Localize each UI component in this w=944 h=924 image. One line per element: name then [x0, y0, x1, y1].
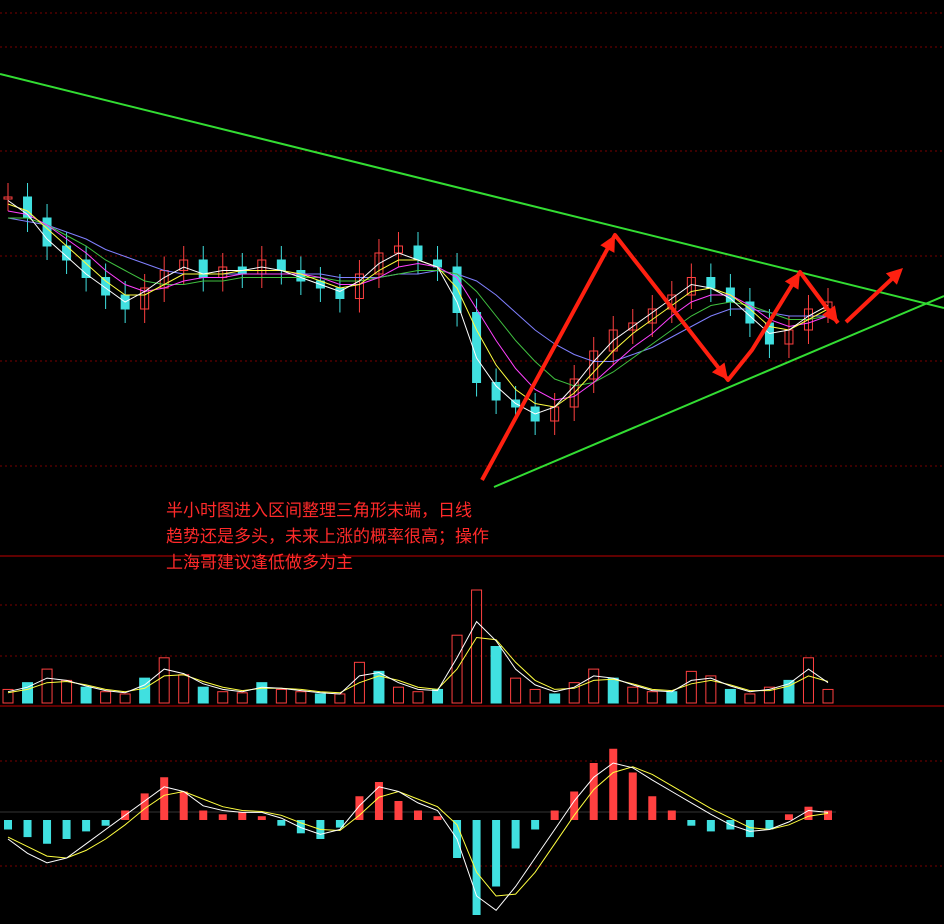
macd-histogram-bar [648, 796, 657, 820]
annotation-line-3: 上海哥建议逢低做多为主 [166, 553, 353, 573]
annotation-line-2: 趋势还是多头，未来上涨的概率很高；操作 [166, 527, 489, 547]
macd-histogram-bar [804, 806, 813, 820]
volume-bar [256, 682, 268, 704]
macd-histogram-bar [160, 777, 169, 820]
macd-histogram-bar [589, 763, 598, 820]
volume-bar [412, 691, 424, 704]
macd-histogram-bar [531, 820, 540, 830]
macd-panel [4, 748, 832, 915]
volume-bar [392, 686, 404, 704]
macd-histogram-bar [550, 810, 559, 820]
macd-histogram-bar [745, 820, 754, 838]
volume-bar [666, 691, 678, 704]
volume-bar [80, 686, 92, 704]
macd-histogram-bar [628, 772, 637, 820]
macd-histogram-bar [492, 820, 501, 887]
price-candle-body [413, 245, 423, 261]
volume-bar [197, 686, 209, 704]
volume-bar [549, 693, 561, 704]
volume-bar [61, 679, 73, 704]
analysis-annotation: 半小时图进入区间整理三角形末端，日线 趋势还是多头，未来上涨的概率很高；操作 上… [166, 498, 586, 576]
volume-bar [41, 668, 53, 704]
price-candle-body [81, 259, 91, 278]
volume-bar [822, 688, 834, 704]
volume-bar [490, 646, 502, 704]
volume-bar [178, 674, 190, 704]
trend-overlay [0, 73, 944, 488]
projection-arrow-shaft [844, 273, 898, 324]
macd-histogram-bar [277, 820, 286, 826]
macd-histogram-bar [43, 820, 52, 844]
volume-bar [275, 688, 287, 704]
macd-histogram-bar [414, 810, 422, 820]
volume-bar [119, 693, 131, 704]
volume-bar [510, 677, 522, 704]
volume-bar [158, 657, 170, 704]
price-candle-body [198, 259, 208, 278]
macd-histogram-bar [238, 812, 247, 820]
macd-histogram-bar [62, 820, 71, 839]
macd-histogram-bar [4, 820, 12, 830]
macd-histogram-bar [179, 791, 188, 820]
price-candle-body [276, 259, 286, 271]
volume-bar [295, 691, 307, 704]
macd-histogram-bar [784, 814, 793, 820]
macd-histogram-bar [218, 814, 227, 820]
volume-bar [471, 589, 483, 704]
macd-histogram-bar [706, 820, 715, 832]
volume-bar [802, 657, 814, 704]
volume-bar [100, 691, 112, 704]
price-candle-body [706, 277, 716, 289]
chart-canvas [0, 12, 944, 915]
volume-bar [236, 692, 248, 704]
zigzag-path [480, 233, 840, 481]
volume-panel [2, 589, 834, 704]
macd-histogram-bar [511, 820, 520, 849]
volume-bar [607, 677, 619, 704]
macd-dif-line [7, 762, 829, 911]
macd-histogram-bar [472, 820, 481, 915]
volume-bar [314, 693, 326, 704]
macd-histogram-bar [433, 816, 442, 820]
volume-bar [685, 670, 697, 704]
volume-bar [334, 693, 346, 704]
volume-bar [724, 688, 736, 704]
macd-histogram-bar [199, 810, 208, 820]
volume-bar [646, 691, 658, 704]
macd-histogram-bar [82, 820, 91, 832]
volume-bar [217, 691, 229, 704]
volume-ma-white-line [7, 620, 829, 695]
volume-bar [627, 686, 639, 704]
macd-histogram-bar [394, 801, 403, 820]
price-candle-body [296, 270, 306, 282]
macd-histogram-bar [101, 820, 110, 826]
macd-histogram-bar [687, 820, 696, 826]
macd-histogram-bar [667, 810, 676, 820]
volume-bar [432, 688, 444, 704]
volume-bar [529, 688, 541, 704]
annotation-line-1: 半小时图进入区间整理三角形末端，日线 [166, 501, 472, 521]
volume-bar [588, 668, 600, 704]
volume-bar [744, 693, 756, 704]
volume-ma-yellow-line [7, 636, 829, 694]
gridlines [0, 12, 944, 867]
macd-histogram-bar [23, 820, 32, 838]
macd-dea-line [7, 766, 829, 897]
macd-histogram-bar [355, 796, 364, 820]
macd-histogram-bar [609, 748, 618, 820]
support-trendline [493, 295, 944, 488]
macd-histogram-bar [257, 816, 266, 820]
